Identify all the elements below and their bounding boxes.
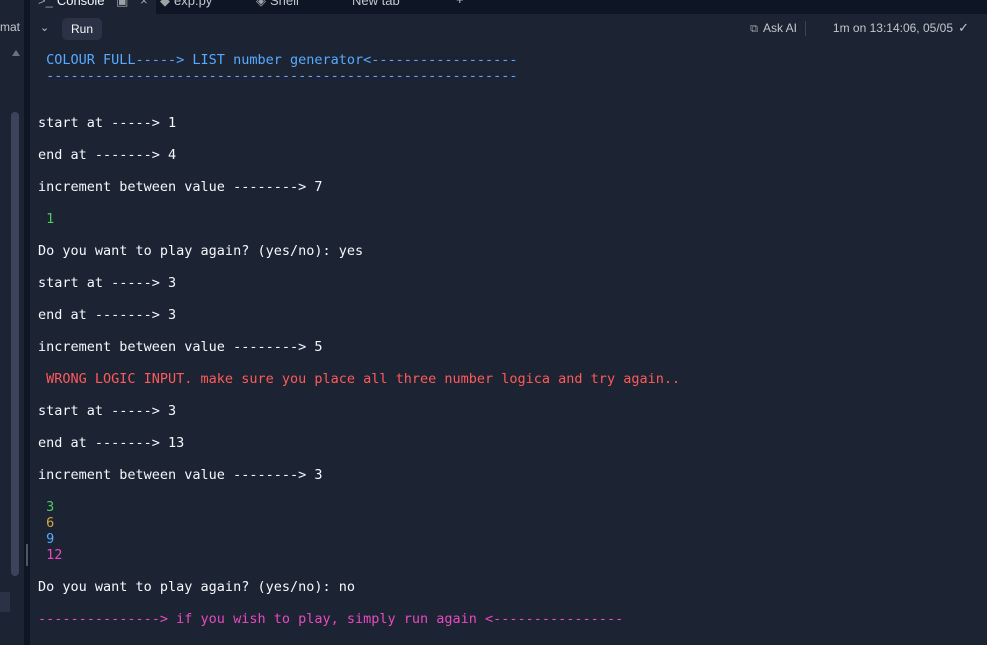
pane-resize-handle[interactable] bbox=[26, 544, 28, 566]
console-line: increment between value --------> 3 bbox=[38, 467, 323, 483]
tab-label: exp.py bbox=[174, 0, 213, 8]
tab-shell[interactable]: ◈ Shell bbox=[248, 0, 307, 14]
console-line: start at -----> 3 bbox=[38, 403, 177, 419]
left-pane-scrollbar[interactable] bbox=[11, 112, 19, 576]
console-output-value: 12 bbox=[38, 547, 63, 563]
chevron-down-icon[interactable]: ⌄ bbox=[40, 21, 49, 34]
ask-ai-icon: ⧉ bbox=[750, 23, 758, 35]
console-line: start at -----> 1 bbox=[38, 115, 177, 131]
tab-label: New tab bbox=[352, 0, 400, 8]
console-output-value: 6 bbox=[38, 515, 55, 531]
tab-exp-py[interactable]: ◆ exp.py bbox=[152, 0, 220, 14]
tab-label: Console bbox=[56, 0, 105, 8]
console-output-value: 3 bbox=[38, 499, 55, 515]
tab-new[interactable]: New tab bbox=[344, 0, 440, 14]
left-pane-label: mat bbox=[0, 20, 21, 34]
check-icon: ✓ bbox=[958, 20, 969, 35]
panel-icon[interactable]: ▣ bbox=[116, 0, 128, 8]
console-error-message: WRONG LOGIC INPUT. make sure you place a… bbox=[38, 371, 681, 387]
console-header-rule: ----------------------------------------… bbox=[38, 68, 518, 84]
ask-ai-button[interactable]: ⧉ Ask AI bbox=[750, 21, 797, 36]
console-line: Do you want to play again? (yes/no): no bbox=[38, 579, 355, 595]
add-tab-icon[interactable]: + bbox=[456, 0, 464, 7]
tab-label: Shell bbox=[270, 0, 299, 8]
console-line: end at -------> 4 bbox=[38, 147, 177, 163]
toolbar-divider bbox=[805, 21, 806, 36]
console-line: start at -----> 3 bbox=[38, 275, 177, 291]
python-file-icon: ◆ bbox=[160, 0, 170, 8]
left-pane-item[interactable] bbox=[0, 592, 10, 612]
console-footer-message: ---------------> if you wish to play, si… bbox=[38, 611, 624, 627]
console-output[interactable]: COLOUR FULL-----> LIST number generator<… bbox=[30, 43, 987, 645]
scroll-up-arrow-icon[interactable] bbox=[12, 50, 20, 56]
left-pane: mat bbox=[0, 0, 24, 645]
console-header: COLOUR FULL-----> LIST number generator<… bbox=[38, 52, 518, 68]
console-output-value: 9 bbox=[38, 531, 55, 547]
console-toolbar: ⌄ Run ⧉ Ask AI 1m on 13:14:06, 05/05 ✓ bbox=[30, 14, 987, 44]
tab-console[interactable]: >_ Console ▣ × bbox=[30, 0, 156, 14]
close-icon[interactable]: × bbox=[140, 0, 148, 8]
run-button[interactable]: Run bbox=[62, 18, 103, 40]
terminal-icon: >_ bbox=[38, 0, 53, 8]
console-line: Do you want to play again? (yes/no): yes bbox=[38, 243, 364, 259]
console-line: end at -------> 13 bbox=[38, 435, 185, 451]
console-output-value: 1 bbox=[38, 211, 55, 227]
tab-bar: >_Console ▣ × ◆ exp.py ◈ Shell New tab + bbox=[30, 0, 987, 14]
console-line: end at -------> 3 bbox=[38, 307, 177, 323]
console-line: increment between value --------> 5 bbox=[38, 339, 323, 355]
ask-ai-label: Ask AI bbox=[762, 21, 797, 35]
run-status-text: 1m on 13:14:06, 05/05 bbox=[832, 21, 953, 35]
console-line: increment between value --------> 7 bbox=[38, 179, 323, 195]
shell-icon: ◈ bbox=[256, 0, 266, 8]
